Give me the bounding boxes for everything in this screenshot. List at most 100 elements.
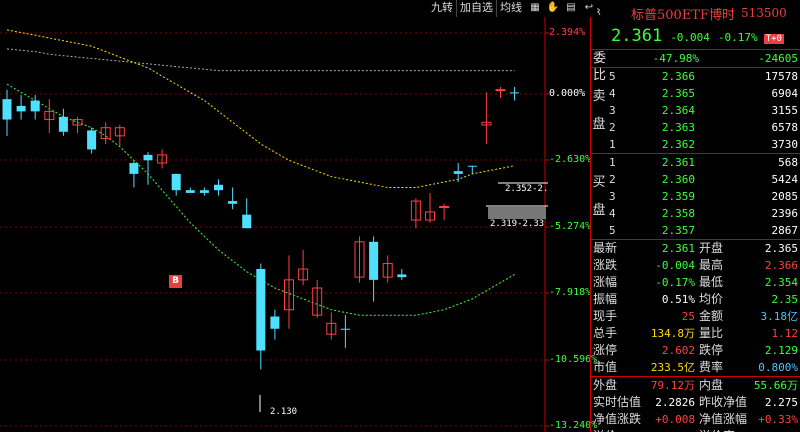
candle-body-down [256,268,266,351]
moving-average-button[interactable]: 均线 [496,0,525,17]
buy-row-4[interactable]: 4 2.358 2396 [607,205,800,222]
doc-icon[interactable]: ▤ [563,0,579,15]
sell-row-4[interactable]: 4 2.365 6904 [607,85,800,102]
price-band [488,207,546,219]
sell-level: 5 [609,70,616,83]
kline-chart[interactable] [0,0,590,432]
stat-row: 涨停 2.602 跌停 2.129 [591,342,800,359]
candle-body-down [58,116,68,132]
sell-price: 2.365 [661,87,695,100]
axis-label-top: 2.394% [549,27,586,38]
buy-label-top: 买 [592,174,606,190]
candle-body-down [30,100,40,112]
stat-label: 均价 [699,292,724,306]
stat-value: 0.51% [661,293,695,306]
stat-value: 2.2826 [655,396,695,409]
sell-book: 卖 盘 5 2.366 17578 4 2.365 6904 3 2.364 3155 2 2.36… [591,68,800,153]
sell-volume: 6578 [771,121,799,134]
stat-value: 79.12万 [650,379,695,392]
candle-body-down [16,105,26,112]
stat-value: -0.004 [655,259,695,272]
stat-value: 2.366 [764,259,798,272]
weibi-row: 委比 -47.98% -24605 [591,50,800,83]
candle-body-down [340,328,350,330]
ma-white-line [6,48,515,72]
buy-row-5[interactable]: 5 2.357 2867 [607,222,800,239]
stat-label: 最新 [593,241,618,255]
candle-body-down [453,171,463,174]
candle-body-down [2,99,12,120]
quote-header: R 标普500ETF博时 513500 [591,0,800,26]
sell-price: 2.366 [661,70,695,83]
stat-value: +3.43% [751,428,800,432]
stat-row: 现手 25 金额 3.18亿 [591,308,800,325]
sell-row-5[interactable]: 5 2.366 17578 [607,68,800,85]
stat-label: 最高 [699,258,724,272]
buy-volume: 2867 [771,224,799,237]
candle-body-down [143,154,153,161]
buy-price: 2.361 [661,156,695,169]
stat-value: 2.35 [771,293,799,306]
sell-row-2[interactable]: 2 2.363 6578 [607,119,800,136]
stat-label: 振幅 [593,292,618,306]
candle-body-down [171,173,181,191]
buy-volume: 5424 [771,173,799,186]
buy-price: 2.359 [661,190,695,203]
stat-value: 55.66万 [753,379,798,392]
fund-stats-table: 外盘 79.12万 内盘 55.66万 实时估值 2.2826 昨收净值 2.275 净值涨跌 +… [591,377,800,432]
kline-chart-area[interactable]: 九转 加自选 均线 ▦ ✋ ▤ ↩ 2.394% 0.000% -2.630% … [0,0,597,432]
candle-body-down [467,165,477,167]
sell-label-bottom: 盘 [592,116,606,132]
axis-label-5: -7.918% [549,287,592,298]
candle-body-down [270,316,280,329]
back-icon[interactable]: ↩ [581,0,597,15]
add-watchlist-button[interactable]: 加自选 [456,0,496,17]
sell-volume: 3155 [771,104,799,117]
stat-label: 市值 [593,360,618,374]
jiuzhuan-button[interactable]: 九转 [428,0,456,17]
stat-label: 金额 [699,309,724,323]
chart-toolbar: 九转 加自选 均线 ▦ ✋ ▤ ↩ [428,0,597,17]
min-price-label: 2.130 [270,407,298,417]
grid-icon[interactable]: ▦ [527,0,543,15]
stat-label: 最低 [699,275,724,289]
candle-body-up [495,89,506,92]
stat-value: 2.602 [661,344,695,357]
stat-row: 净值涨跌 +0.008 净值涨幅 +0.33% [591,411,800,428]
stat-label: 总手 [593,326,618,340]
buy-level: 2 [609,173,616,186]
stat-value: 2.129 [764,344,798,357]
candle-body-down [242,214,252,229]
stat-row: 溢价+0.078溢价率+3.43% [591,428,800,432]
axis-label-4: -5.274% [549,221,592,232]
sell-level: 2 [609,121,616,134]
price-line: 2.361 -0.004 -0.17% T+0 [591,26,800,49]
candle-body-down [228,201,238,204]
buy-price: 2.360 [661,173,695,186]
stat-value: 2.361 [661,242,695,255]
buy-row-1[interactable]: 1 2.361 568 [607,154,800,171]
buy-row-2[interactable]: 2 2.360 5424 [607,171,800,188]
candle-body-down [129,163,139,174]
buy-volume: 568 [778,156,798,169]
stat-row: 最新 2.361 开盘 2.365 [591,240,800,257]
stat-label: 跌停 [699,343,724,357]
candle-body-down [199,190,209,193]
stat-value: 0.800% [758,361,798,374]
weibi-label: 委比 [593,51,607,83]
stat-value: 233.5亿 [650,361,695,374]
weibi-pct: -47.98% [652,52,699,65]
stat-label: 溢价 [591,428,647,432]
buy-level: 4 [609,207,616,220]
quote-panel: R 标普500ETF博时 513500 2.361 -0.004 -0.17% … [590,0,800,432]
stat-row: 涨跌 -0.004 最高 2.366 [591,257,800,274]
stat-value: 2.275 [764,396,798,409]
hand-icon[interactable]: ✋ [545,0,561,15]
buy-price: 2.358 [661,207,695,220]
sell-row-3[interactable]: 3 2.364 3155 [607,102,800,119]
buy-row-3[interactable]: 3 2.359 2085 [607,188,800,205]
sell-row-1[interactable]: 1 2.362 3730 [607,136,800,153]
buy-label-bottom: 盘 [592,202,606,218]
buy-signal-marker[interactable]: B [169,275,182,288]
sell-volume: 6904 [771,87,799,100]
